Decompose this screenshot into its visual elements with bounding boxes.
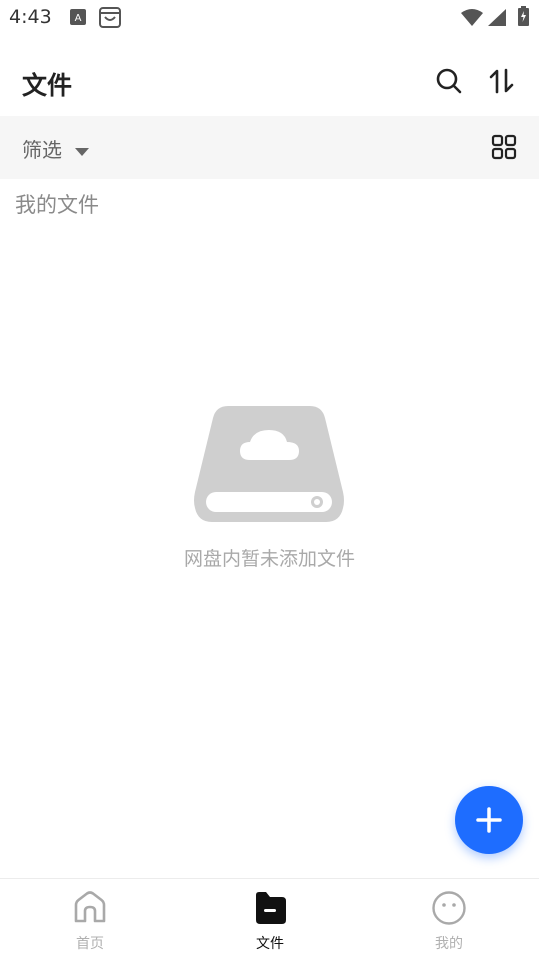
grid-view-icon[interactable] (491, 134, 517, 164)
battery-charging-icon (518, 6, 529, 30)
svg-text:A: A (75, 13, 82, 24)
home-icon (72, 890, 108, 930)
plus-icon (476, 807, 502, 833)
text-a-notification-icon: A (70, 9, 86, 29)
caret-down-icon[interactable] (74, 142, 90, 161)
page-title: 文件 (22, 71, 73, 100)
nav-label-profile: 我的 (435, 936, 463, 952)
section-title: 我的文件 (15, 193, 99, 217)
nav-item-files[interactable]: 文件 (180, 879, 360, 959)
add-file-button[interactable] (455, 786, 523, 854)
cloud-drive-icon (192, 404, 346, 528)
search-icon[interactable] (434, 66, 464, 96)
filter-dropdown[interactable]: 筛选 (22, 134, 62, 163)
nav-item-profile[interactable]: 我的 (359, 879, 539, 959)
status-time: 4:43 (9, 6, 52, 28)
bottom-nav: 首页 文件 我的 (0, 878, 539, 959)
sort-icon[interactable] (487, 66, 517, 96)
nav-label-files: 文件 (256, 936, 284, 952)
app-bar: 文件 (0, 44, 539, 116)
nav-item-home[interactable]: 首页 (0, 879, 180, 959)
wifi-icon (461, 9, 483, 30)
nav-label-home: 首页 (76, 936, 104, 952)
profile-face-icon (431, 890, 467, 930)
folder-icon (252, 890, 288, 930)
filter-bar: 筛选 (0, 116, 539, 179)
status-bar: 4:43 A (0, 0, 539, 36)
cellular-signal-icon (488, 9, 506, 30)
empty-state-message: 网盘内暂未添加文件 (183, 548, 355, 570)
store-bag-notification-icon (99, 7, 121, 32)
